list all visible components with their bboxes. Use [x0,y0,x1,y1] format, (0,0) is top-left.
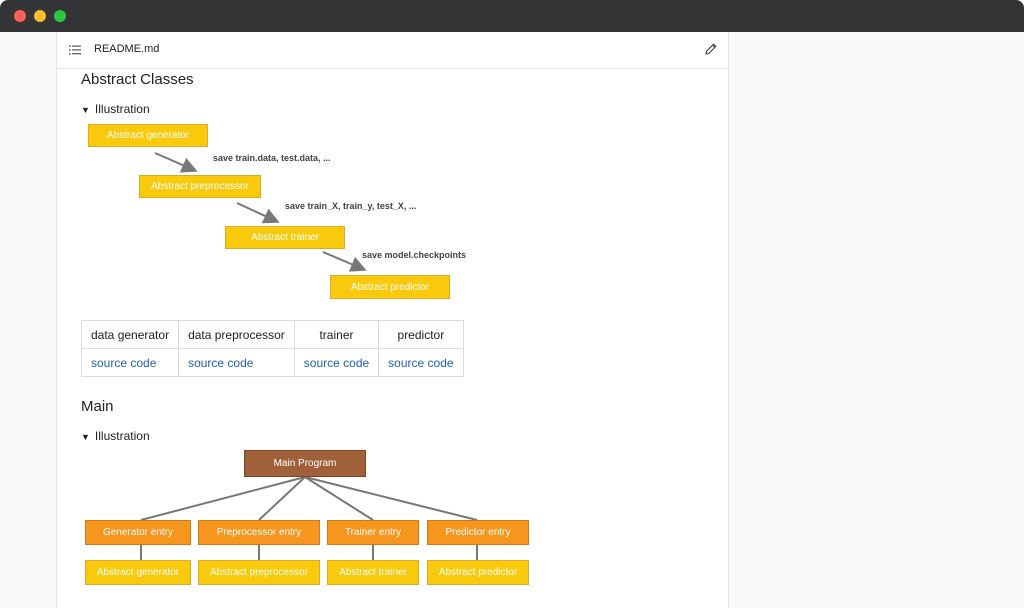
source-code-link-predictor[interactable]: source code [378,348,464,377]
abstract-generator-box: Abstract generator [88,124,208,147]
window-titlebar [0,0,1024,32]
source-table: data generator data preprocessor trainer… [80,320,464,377]
table-row: source code source code source code sour… [80,348,464,377]
disclosure-triangle-icon: ▼ [81,432,90,442]
viewer-area: README.md Abstract Classes ▼ Illustration [0,32,1024,608]
source-code-link-generator[interactable]: source code [80,348,180,377]
trainer-entry-box: Trainer entry [327,520,419,545]
edge-label-3: save model.checkpoints [362,250,467,260]
preprocessor-entry-box: Preprocessor entry [198,520,320,545]
readme-panel: README.md Abstract Classes ▼ Illustration [56,32,729,608]
abstract-trainer-leaf: Abstract trainer [327,560,419,585]
predictor-entry-box: Predictor entry [427,520,529,545]
table-header-row: data generator data preprocessor trainer… [80,320,464,349]
main-heading: Main [81,398,114,415]
header-predictor: predictor [378,320,464,349]
header-data-generator: data generator [80,320,180,349]
abstract-preprocessor-leaf: Abstract preprocessor [198,560,320,585]
minimize-window-button[interactable] [34,10,46,22]
illustration-toggle-2[interactable]: ▼ Illustration [81,429,150,443]
summary-label: Illustration [94,429,150,443]
abstract-preprocessor-box: Abstract preprocessor [139,175,261,198]
header-data-preprocessor: data preprocessor [178,320,295,349]
abstract-predictor-leaf: Abstract predictor [427,560,529,585]
abstract-trainer-box: Abstract trainer [225,226,345,249]
close-window-button[interactable] [14,10,26,22]
abstract-predictor-box: Abstract predictor [330,275,450,299]
edge-label-2: save train_X, train_y, test_X, ... [285,201,417,211]
header-trainer: trainer [293,320,380,349]
abstract-generator-leaf: Abstract generator [85,560,191,585]
edge-label-1: save train.data, test.data, ... [213,153,331,163]
main-program-box: Main Program [244,450,366,477]
generator-entry-box: Generator entry [85,520,191,545]
maximize-window-button[interactable] [54,10,66,22]
source-code-link-preprocessor[interactable]: source code [178,348,295,377]
source-code-link-trainer[interactable]: source code [293,348,380,377]
